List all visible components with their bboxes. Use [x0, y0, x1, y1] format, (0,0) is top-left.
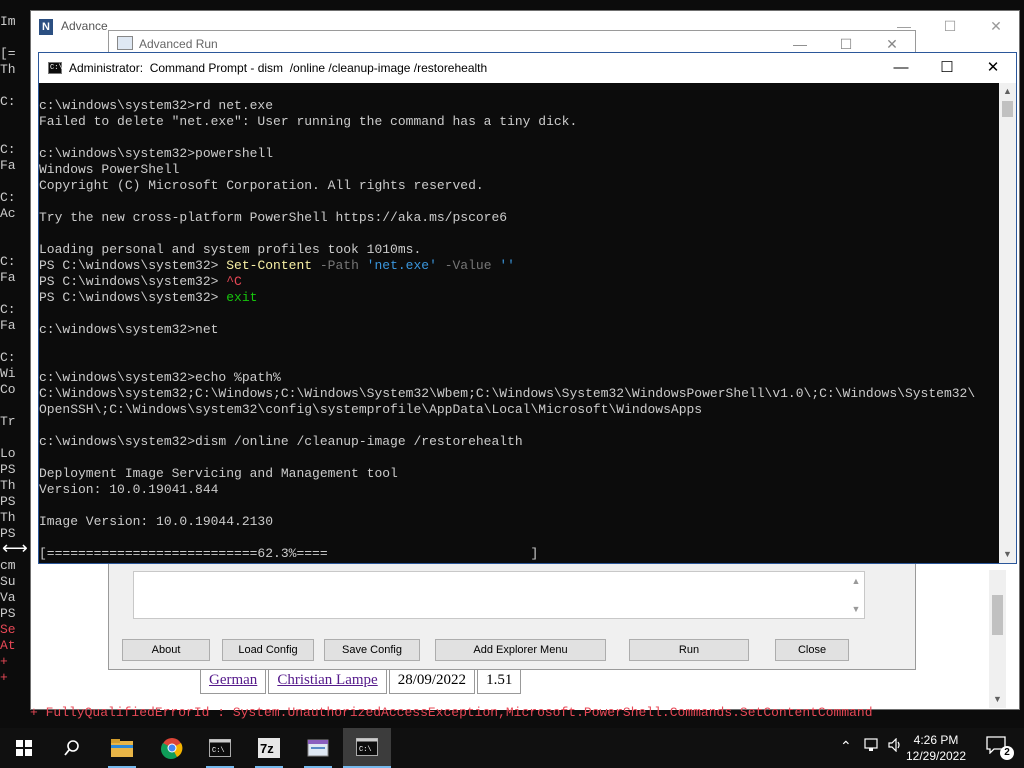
console-line: Image Version: 10.0.19044.2130	[39, 514, 274, 529]
console-line: Failed to delete "net.exe": User running…	[39, 114, 578, 129]
advanced-run-taskbar-icon[interactable]	[294, 728, 342, 768]
start-icon[interactable]	[0, 728, 48, 768]
translator-link[interactable]: Christian Lampe	[277, 672, 377, 688]
app-logo-icon: N	[39, 19, 53, 35]
background-app-title: Advance	[61, 19, 108, 33]
console-line: Copyright (C) Microsoft Corporation. All…	[39, 178, 484, 193]
network-icon[interactable]	[864, 738, 880, 755]
scrollbar-thumb[interactable]	[1002, 101, 1013, 117]
command-prompt-icon: C:\	[48, 62, 63, 74]
console-line: PS C:\windows\system32> ^C	[39, 274, 242, 289]
chrome-icon[interactable]	[148, 728, 196, 768]
add-explorer-menu-button[interactable]: Add Explorer Menu	[435, 639, 606, 661]
table-cell-translator: Christian Lampe	[268, 666, 387, 694]
run-button[interactable]: Run	[629, 639, 749, 661]
textarea-scrollbar[interactable]: ▲ ▼	[850, 574, 862, 616]
clock-time: 4:26 PM	[913, 733, 959, 747]
7zip-icon[interactable]: 7z	[245, 728, 293, 768]
console-scrollbar[interactable]: ▲ ▼	[999, 83, 1016, 563]
advanced-run-title: Advanced Run	[139, 37, 218, 51]
console-line: PS C:\windows\system32> Set-Content -Pat…	[39, 258, 515, 273]
search-icon[interactable]	[48, 728, 96, 768]
notification-center-icon[interactable]: 2	[986, 736, 1014, 760]
error-line: + FullyQualifiedErrorId : System.Unautho…	[30, 705, 873, 720]
load-config-button[interactable]: Load Config	[222, 639, 314, 661]
table-row: German Christian Lampe 28/09/2022 1.51	[200, 666, 522, 694]
minimize-button[interactable]: —	[878, 53, 924, 83]
console-line: Try the new cross-platform PowerShell ht…	[39, 210, 508, 225]
scroll-down-arrow-icon[interactable]: ▼	[999, 546, 1016, 563]
table-cell-language: German	[200, 666, 267, 694]
console-line: Windows PowerShell	[39, 162, 180, 177]
system-tray: ⌃ 4:26 PM 12/29/2022 2	[834, 728, 1024, 768]
console-line: c:\windows\system32>net	[39, 322, 219, 337]
command-prompt-taskbar-icon[interactable]: C:\	[196, 728, 244, 768]
console-line: Version: 10.0.19041.844	[39, 482, 219, 497]
table-cell-date: 28/09/2022	[388, 666, 476, 694]
scrollbar-thumb[interactable]	[992, 595, 1003, 635]
command-prompt-active-icon[interactable]: C:\	[343, 728, 391, 768]
svg-text:7z: 7z	[260, 741, 274, 756]
command-prompt-titlebar[interactable]: C:\ Administrator: Command Prompt - dism…	[39, 53, 1016, 83]
console-line: C:\Windows\system32;C:\Windows;C:\Window…	[39, 386, 976, 401]
console-line: Loading personal and system profiles too…	[39, 242, 422, 257]
file-explorer-icon[interactable]	[98, 728, 146, 768]
svg-text:C:\: C:\	[359, 746, 372, 754]
console-line: OpenSSH\;C:\Windows\system32\config\syst…	[39, 402, 703, 417]
console-line: c:\windows\system32>dism /online /cleanu…	[39, 434, 523, 449]
console-line: [===========================62.3%==== ]	[39, 546, 539, 561]
table-cell-version: 1.51	[477, 666, 522, 694]
advanced-run-icon	[117, 36, 133, 50]
clock[interactable]: 4:26 PM 12/29/2022	[896, 732, 976, 764]
console-line: Deployment Image Servicing and Managemen…	[39, 466, 398, 481]
console-line: c:\windows\system32>powershell	[39, 146, 274, 161]
close-dialog-button[interactable]: Close	[775, 639, 849, 661]
console-line: PS C:\windows\system32> exit	[39, 290, 258, 305]
chevron-up-icon[interactable]: ⌃	[840, 738, 852, 755]
taskbar: C:\ 7z C:\ ⌃ 4:26 PM 12/29/2022 2	[0, 728, 1024, 768]
close-button[interactable]: ✕	[970, 53, 1016, 83]
console-line: c:\windows\system32>rd net.exe	[39, 98, 274, 113]
command-line-textarea[interactable]: ▲ ▼	[133, 571, 865, 619]
notification-badge: 2	[1000, 746, 1014, 760]
clock-date: 12/29/2022	[905, 749, 967, 763]
maximize-button[interactable]: ☐	[927, 11, 973, 41]
language-link[interactable]: German	[209, 672, 257, 688]
command-prompt-window[interactable]: C:\ Administrator: Command Prompt - dism…	[38, 52, 1017, 564]
background-console-error: + FullyQualifiedErrorId : System.Unautho…	[0, 700, 1024, 728]
about-button[interactable]: About	[122, 639, 210, 661]
background-scrollbar[interactable]: ▼	[989, 570, 1006, 708]
save-config-button[interactable]: Save Config	[324, 639, 420, 661]
maximize-button[interactable]: ☐	[924, 53, 970, 83]
scroll-up-arrow-icon[interactable]: ▲	[999, 83, 1016, 100]
resize-cursor-icon: ⟷	[2, 538, 28, 558]
console-line: c:\windows\system32>echo %path%	[39, 370, 281, 385]
svg-text:C:\: C:\	[212, 747, 225, 755]
close-button[interactable]: ✕	[973, 11, 1019, 41]
console-output[interactable]: c:\windows\system32>rd net.exe Failed to …	[39, 83, 999, 563]
command-prompt-title: Administrator: Command Prompt - dism /on…	[69, 61, 488, 75]
